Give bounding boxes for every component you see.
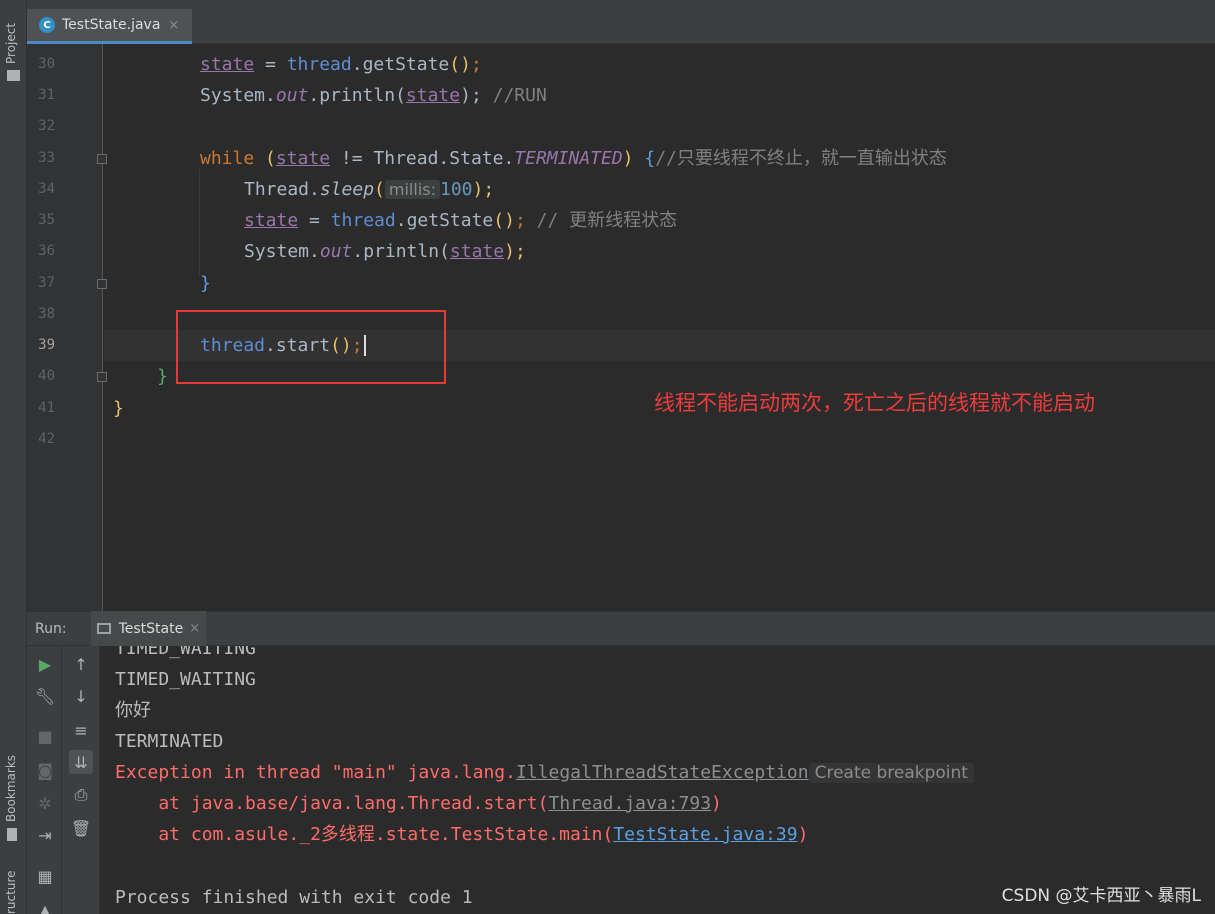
left-tool-strip: Project Bookmarks ructure bbox=[0, 0, 27, 914]
fold-marker[interactable] bbox=[97, 279, 107, 289]
line-number: 32 bbox=[38, 118, 55, 134]
process-finished-line: Process finished with exit code 1 bbox=[115, 887, 473, 908]
run-tab-teststate[interactable]: TestState × bbox=[90, 611, 207, 646]
console-line: 你好 bbox=[115, 700, 151, 721]
settings-icon[interactable]: ✲ bbox=[33, 791, 57, 815]
code-line-36: System.out.println(state); bbox=[244, 241, 526, 262]
code-line-31: System.out.println(state); //RUN bbox=[200, 85, 547, 106]
console-output[interactable]: TIMED_WAITING TIMED_WAITING 你好 TERMINATE… bbox=[100, 646, 1215, 914]
console-line: TIMED_WAITING bbox=[115, 646, 256, 659]
code-line-41: } bbox=[113, 398, 124, 419]
line-number: 38 bbox=[38, 306, 55, 322]
line-number: 39 bbox=[38, 337, 55, 353]
watermark: CSDN @艾卡西亚丶暴雨L bbox=[1001, 886, 1201, 906]
camera-icon[interactable]: ◙ bbox=[33, 758, 57, 782]
line-number: 40 bbox=[38, 368, 55, 384]
code-line-39: thread.start(); bbox=[200, 334, 366, 358]
line-number: 41 bbox=[38, 400, 55, 416]
structure-tool-label[interactable]: ructure bbox=[4, 871, 18, 914]
scroll-end-icon[interactable]: ⇊ bbox=[69, 750, 93, 774]
soft-wrap-icon[interactable]: ≡ bbox=[69, 718, 93, 742]
line-number: 36 bbox=[38, 243, 55, 259]
run-toolbar-primary: ▶ 🔧︎ ■ ◙ ✲ ⇥ ▦ ▲ bbox=[27, 646, 62, 914]
run-icon[interactable]: ▶ bbox=[33, 652, 57, 676]
bookmark-icon[interactable] bbox=[7, 828, 17, 841]
code-line-33: while (state != Thread.State.TERMINATED)… bbox=[200, 148, 947, 169]
fold-marker[interactable] bbox=[97, 372, 107, 382]
bookmarks-tool-label[interactable]: Bookmarks bbox=[4, 755, 18, 822]
stack-trace-link[interactable]: TestState.java:39 bbox=[613, 824, 797, 845]
print-icon[interactable]: ⎙ bbox=[69, 783, 93, 807]
login-icon[interactable]: ⇥ bbox=[33, 823, 57, 847]
stack-trace-link[interactable]: Thread.java:793 bbox=[548, 793, 711, 814]
line-number: 33 bbox=[38, 150, 55, 166]
folder-icon[interactable] bbox=[7, 70, 20, 81]
run-label: Run: bbox=[35, 620, 67, 637]
code-line-40: } bbox=[157, 366, 168, 387]
parameter-hint: millis: bbox=[384, 180, 440, 199]
code-line-34: Thread.sleep(millis: 100); bbox=[244, 179, 495, 200]
project-tool-label[interactable]: Project bbox=[4, 23, 18, 64]
arrow-up-icon[interactable]: ↑ bbox=[69, 652, 93, 676]
java-class-icon: C bbox=[39, 17, 55, 33]
annotation-text: 线程不能启动两次，死亡之后的线程就不能启动 bbox=[654, 391, 1095, 415]
line-number: 34 bbox=[38, 181, 55, 197]
wrench-icon[interactable]: 🔧︎ bbox=[33, 684, 57, 708]
top-strip bbox=[27, 0, 1215, 9]
run-config-icon bbox=[96, 623, 111, 634]
pin-icon[interactable]: ▲ bbox=[33, 898, 57, 914]
create-breakpoint-button[interactable]: Create breakpoint bbox=[808, 763, 974, 783]
trash-icon[interactable]: 🗑︎ bbox=[69, 816, 93, 840]
line-number: 35 bbox=[38, 212, 55, 228]
layout-icon[interactable]: ▦ bbox=[33, 864, 57, 888]
run-toolbar-secondary: ↑ ↓ ≡ ⇊ ⎙ 🗑︎ bbox=[62, 646, 100, 914]
console-line: TERMINATED bbox=[115, 731, 224, 752]
code-line-35: state = thread.getState(); // 更新线程状态 bbox=[244, 210, 678, 231]
code-line-37: } bbox=[200, 273, 211, 294]
run-tab-label: TestState bbox=[118, 620, 184, 637]
editor-tab-bar: C TestState.java × bbox=[27, 9, 1215, 44]
indent-guide bbox=[199, 169, 200, 275]
exception-line: Exception in thread "main" java.lang.Ill… bbox=[115, 761, 974, 785]
text-cursor bbox=[363, 335, 366, 356]
console-line: TIMED_WAITING bbox=[115, 669, 256, 690]
code-line-30: state = thread.getState(); bbox=[200, 54, 482, 75]
close-icon[interactable]: × bbox=[168, 18, 179, 33]
exception-class-link[interactable]: IllegalThreadStateException bbox=[516, 762, 809, 783]
tab-teststate-java[interactable]: C TestState.java × bbox=[27, 9, 192, 44]
run-panel-header: Run: TestState × bbox=[27, 611, 1215, 646]
close-icon[interactable]: × bbox=[189, 621, 200, 636]
stack-trace-line: at java.base/java.lang.Thread.start(Thre… bbox=[115, 793, 722, 814]
arrow-down-icon[interactable]: ↓ bbox=[69, 684, 93, 708]
code-editor[interactable]: 30 31 32 33 34 35 36 37 38 39 40 41 42 s… bbox=[27, 44, 1215, 611]
stop-icon[interactable]: ■ bbox=[33, 724, 57, 748]
tab-label: TestState.java bbox=[62, 17, 161, 33]
line-number: 37 bbox=[38, 275, 55, 291]
line-number: 30 bbox=[38, 56, 55, 72]
line-number: 31 bbox=[38, 87, 55, 103]
fold-marker[interactable] bbox=[97, 154, 107, 164]
line-number: 42 bbox=[38, 431, 55, 447]
stack-trace-line: at com.asule._2多线程.state.TestState.main(… bbox=[115, 824, 809, 845]
